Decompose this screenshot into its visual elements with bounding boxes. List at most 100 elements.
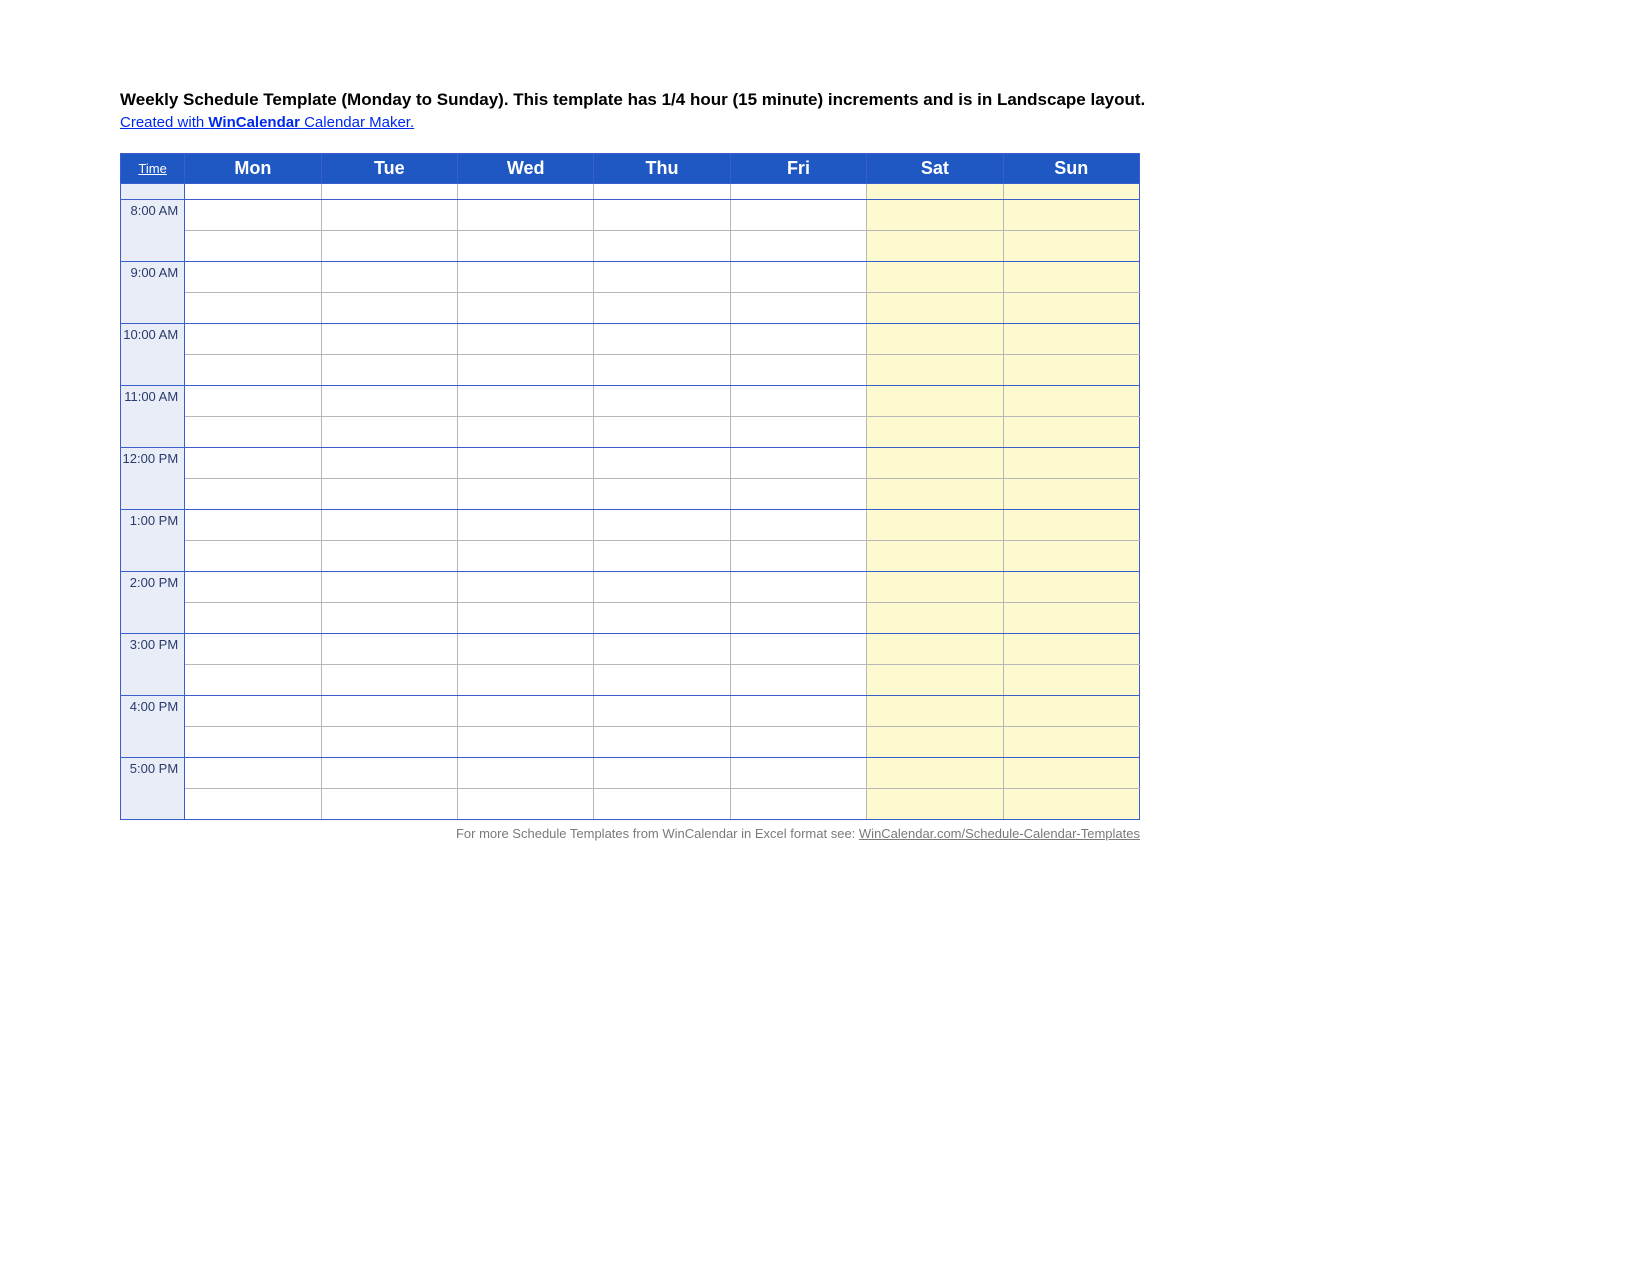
schedule-cell[interactable] xyxy=(594,448,730,479)
schedule-cell[interactable] xyxy=(867,448,1003,479)
schedule-cell[interactable] xyxy=(321,324,457,355)
schedule-cell[interactable] xyxy=(185,634,321,665)
schedule-cell[interactable] xyxy=(867,696,1003,727)
schedule-cell[interactable] xyxy=(457,603,593,634)
schedule-cell[interactable] xyxy=(185,665,321,696)
schedule-cell[interactable] xyxy=(730,665,866,696)
schedule-cell[interactable] xyxy=(457,789,593,820)
schedule-cell[interactable] xyxy=(185,386,321,417)
schedule-cell[interactable] xyxy=(867,665,1003,696)
schedule-cell[interactable] xyxy=(730,541,866,572)
schedule-cell[interactable] xyxy=(594,634,730,665)
schedule-cell[interactable] xyxy=(867,479,1003,510)
schedule-cell[interactable] xyxy=(867,324,1003,355)
schedule-cell[interactable] xyxy=(594,417,730,448)
schedule-cell[interactable] xyxy=(1003,417,1139,448)
schedule-cell[interactable] xyxy=(1003,479,1139,510)
schedule-cell[interactable] xyxy=(730,417,866,448)
schedule-cell[interactable] xyxy=(594,603,730,634)
schedule-cell[interactable] xyxy=(321,789,457,820)
schedule-cell[interactable] xyxy=(1003,634,1139,665)
schedule-cell[interactable] xyxy=(594,727,730,758)
schedule-cell[interactable] xyxy=(185,479,321,510)
schedule-cell[interactable] xyxy=(867,727,1003,758)
schedule-cell[interactable] xyxy=(1003,386,1139,417)
schedule-cell[interactable] xyxy=(594,386,730,417)
schedule-cell[interactable] xyxy=(457,727,593,758)
schedule-cell[interactable] xyxy=(594,510,730,541)
schedule-cell[interactable] xyxy=(594,293,730,324)
schedule-cell[interactable] xyxy=(730,572,866,603)
schedule-cell[interactable] xyxy=(185,324,321,355)
schedule-cell[interactable] xyxy=(867,634,1003,665)
schedule-cell[interactable] xyxy=(867,510,1003,541)
schedule-cell[interactable] xyxy=(185,572,321,603)
schedule-cell[interactable] xyxy=(457,324,593,355)
schedule-cell[interactable] xyxy=(457,417,593,448)
schedule-cell[interactable] xyxy=(185,727,321,758)
schedule-cell[interactable] xyxy=(185,262,321,293)
schedule-cell[interactable] xyxy=(867,386,1003,417)
schedule-cell[interactable] xyxy=(730,200,866,231)
schedule-cell[interactable] xyxy=(594,758,730,789)
schedule-cell[interactable] xyxy=(321,603,457,634)
schedule-cell[interactable] xyxy=(321,355,457,386)
schedule-cell[interactable] xyxy=(321,665,457,696)
schedule-cell[interactable] xyxy=(185,541,321,572)
schedule-cell[interactable] xyxy=(185,789,321,820)
schedule-cell[interactable] xyxy=(867,603,1003,634)
schedule-cell[interactable] xyxy=(1003,448,1139,479)
schedule-cell[interactable] xyxy=(1003,541,1139,572)
schedule-cell[interactable] xyxy=(457,572,593,603)
schedule-cell[interactable] xyxy=(867,541,1003,572)
schedule-cell[interactable] xyxy=(185,200,321,231)
schedule-cell[interactable] xyxy=(594,355,730,386)
schedule-cell[interactable] xyxy=(730,510,866,541)
schedule-cell[interactable] xyxy=(1003,572,1139,603)
schedule-cell[interactable] xyxy=(321,231,457,262)
schedule-cell[interactable] xyxy=(730,386,866,417)
schedule-cell[interactable] xyxy=(321,262,457,293)
schedule-cell[interactable] xyxy=(867,200,1003,231)
schedule-cell[interactable] xyxy=(594,789,730,820)
schedule-cell[interactable] xyxy=(867,758,1003,789)
schedule-cell[interactable] xyxy=(594,324,730,355)
schedule-cell[interactable] xyxy=(457,448,593,479)
schedule-cell[interactable] xyxy=(730,262,866,293)
schedule-cell[interactable] xyxy=(185,417,321,448)
schedule-cell[interactable] xyxy=(457,293,593,324)
schedule-cell[interactable] xyxy=(321,386,457,417)
schedule-cell[interactable] xyxy=(457,355,593,386)
schedule-cell[interactable] xyxy=(185,293,321,324)
schedule-cell[interactable] xyxy=(457,758,593,789)
schedule-cell[interactable] xyxy=(185,231,321,262)
schedule-cell[interactable] xyxy=(457,479,593,510)
schedule-cell[interactable] xyxy=(730,727,866,758)
schedule-cell[interactable] xyxy=(730,634,866,665)
schedule-cell[interactable] xyxy=(1003,200,1139,231)
schedule-cell[interactable] xyxy=(730,231,866,262)
schedule-cell[interactable] xyxy=(321,417,457,448)
schedule-cell[interactable] xyxy=(457,386,593,417)
schedule-cell[interactable] xyxy=(730,789,866,820)
schedule-cell[interactable] xyxy=(457,231,593,262)
schedule-cell[interactable] xyxy=(594,200,730,231)
schedule-cell[interactable] xyxy=(594,262,730,293)
schedule-cell[interactable] xyxy=(1003,262,1139,293)
schedule-cell[interactable] xyxy=(730,448,866,479)
schedule-cell[interactable] xyxy=(1003,665,1139,696)
schedule-cell[interactable] xyxy=(321,510,457,541)
schedule-cell[interactable] xyxy=(867,572,1003,603)
schedule-cell[interactable] xyxy=(185,448,321,479)
schedule-cell[interactable] xyxy=(594,665,730,696)
schedule-cell[interactable] xyxy=(185,696,321,727)
schedule-cell[interactable] xyxy=(730,758,866,789)
schedule-cell[interactable] xyxy=(730,696,866,727)
schedule-cell[interactable] xyxy=(1003,758,1139,789)
schedule-cell[interactable] xyxy=(1003,727,1139,758)
schedule-cell[interactable] xyxy=(185,510,321,541)
schedule-cell[interactable] xyxy=(185,758,321,789)
schedule-cell[interactable] xyxy=(321,541,457,572)
schedule-cell[interactable] xyxy=(457,262,593,293)
schedule-cell[interactable] xyxy=(730,324,866,355)
